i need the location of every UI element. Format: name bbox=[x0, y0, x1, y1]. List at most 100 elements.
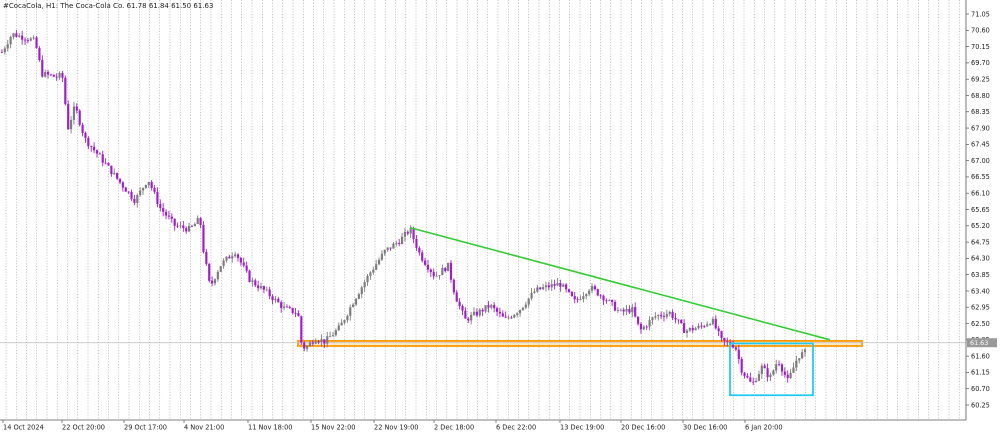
price-tick-label: 61.60 bbox=[971, 352, 990, 360]
candle-body bbox=[334, 330, 337, 336]
candle-body bbox=[64, 77, 67, 105]
candle-body bbox=[547, 285, 550, 288]
candle-body bbox=[179, 225, 182, 227]
candle-body bbox=[216, 271, 219, 280]
candle-body bbox=[510, 317, 513, 319]
candle-body bbox=[527, 298, 530, 305]
candle-body bbox=[380, 253, 384, 260]
candle-body bbox=[225, 256, 228, 261]
candle-body bbox=[303, 342, 306, 349]
candle-body bbox=[164, 211, 168, 216]
candle-body bbox=[75, 106, 78, 111]
price-tick-label: 62.50 bbox=[971, 320, 990, 328]
candle-body bbox=[98, 153, 101, 155]
candle-body bbox=[674, 317, 677, 320]
candle-body bbox=[585, 294, 588, 297]
price-tick-label: 67.45 bbox=[971, 141, 990, 149]
candle-body bbox=[423, 260, 427, 265]
candle-body bbox=[688, 327, 691, 331]
candle-body bbox=[377, 259, 381, 265]
candle-body bbox=[107, 163, 110, 166]
time-tick-label: 13 Dec 19:00 bbox=[560, 424, 604, 432]
candle-body bbox=[52, 74, 55, 77]
candle-body bbox=[697, 325, 700, 329]
candle-body bbox=[530, 292, 533, 299]
price-tick-label: 60.70 bbox=[971, 385, 990, 393]
candle-body bbox=[504, 316, 507, 318]
candle-body bbox=[282, 306, 286, 308]
candle-body bbox=[406, 231, 409, 234]
price-tick-label: 60.25 bbox=[971, 401, 990, 409]
candle-body bbox=[170, 216, 173, 219]
time-tick-label: 11 Nov 18:00 bbox=[248, 424, 292, 432]
candle-body bbox=[786, 374, 789, 379]
candle-body bbox=[346, 315, 349, 321]
chart-title: #CocaCola, H1: The Coca-Cola Co. 61.78 6… bbox=[3, 2, 213, 10]
candle-body bbox=[363, 282, 366, 288]
candle-body bbox=[297, 313, 300, 317]
candle-body bbox=[49, 74, 53, 76]
candle-body bbox=[478, 309, 481, 316]
candle-body bbox=[691, 327, 694, 331]
candle-body bbox=[366, 275, 369, 283]
candle-body bbox=[438, 275, 441, 276]
candle-body bbox=[803, 349, 807, 353]
candle-body bbox=[268, 289, 271, 297]
candle-body bbox=[311, 342, 314, 344]
candle-body bbox=[593, 286, 596, 290]
candle-body bbox=[665, 314, 668, 317]
candle-body bbox=[746, 375, 749, 378]
description-label: The Coca-Cola Co. bbox=[60, 2, 125, 10]
candle-body bbox=[133, 198, 136, 203]
candle-body bbox=[536, 287, 539, 292]
candle-body bbox=[426, 264, 430, 270]
candle-body bbox=[372, 269, 375, 273]
candle-body bbox=[357, 294, 360, 299]
candle-body bbox=[775, 364, 778, 371]
price-tick-label: 64.75 bbox=[971, 238, 990, 246]
candle-body bbox=[458, 301, 461, 306]
candle-body bbox=[254, 280, 257, 286]
candle-body bbox=[9, 36, 12, 45]
candle-body bbox=[386, 247, 389, 250]
candle-body bbox=[518, 310, 522, 314]
candle-body bbox=[340, 322, 343, 326]
candle-body bbox=[513, 314, 516, 318]
candle-body bbox=[6, 44, 9, 49]
price-chart[interactable]: 71.05 70.60 70.15 69.70 69.25 68.80 68.35 67.90… bbox=[0, 0, 1000, 433]
candle-body bbox=[81, 124, 84, 133]
candle-body bbox=[231, 256, 234, 259]
candle-body bbox=[251, 280, 254, 282]
candle-body bbox=[645, 326, 648, 328]
candle-body bbox=[777, 364, 781, 366]
time-tick-label: 6 Dec 22:00 bbox=[496, 424, 536, 432]
candle-body bbox=[441, 267, 444, 276]
candle-body bbox=[657, 315, 660, 317]
price-tick-label: 65.20 bbox=[971, 222, 990, 230]
candle-body bbox=[694, 328, 697, 331]
candle-body bbox=[314, 341, 317, 344]
current-price-label: 61.63 bbox=[970, 339, 988, 347]
candle-body bbox=[567, 289, 571, 292]
candle-body bbox=[18, 35, 21, 37]
candle-body bbox=[481, 309, 484, 312]
candle-body bbox=[15, 33, 18, 37]
candle-body bbox=[611, 299, 614, 303]
candle-body bbox=[349, 307, 352, 316]
candle-body bbox=[648, 320, 651, 327]
candle-body bbox=[58, 72, 61, 78]
time-tick-label: 4 Nov 21:00 bbox=[184, 424, 224, 432]
time-tick-label: 22 Nov 19:00 bbox=[374, 424, 418, 432]
candle-body bbox=[498, 311, 502, 314]
candle-body bbox=[291, 307, 294, 313]
candle-body bbox=[257, 285, 260, 289]
candle-body bbox=[608, 299, 611, 301]
candle-body bbox=[84, 132, 87, 138]
ohlc-label: 61.78 61.84 61.50 61.63 bbox=[126, 2, 214, 10]
candle-body bbox=[685, 330, 689, 333]
candle-body bbox=[752, 381, 755, 383]
candle-body bbox=[590, 286, 594, 291]
candle-body bbox=[136, 195, 139, 203]
candle-body bbox=[0, 52, 4, 53]
candle-body bbox=[743, 372, 746, 376]
